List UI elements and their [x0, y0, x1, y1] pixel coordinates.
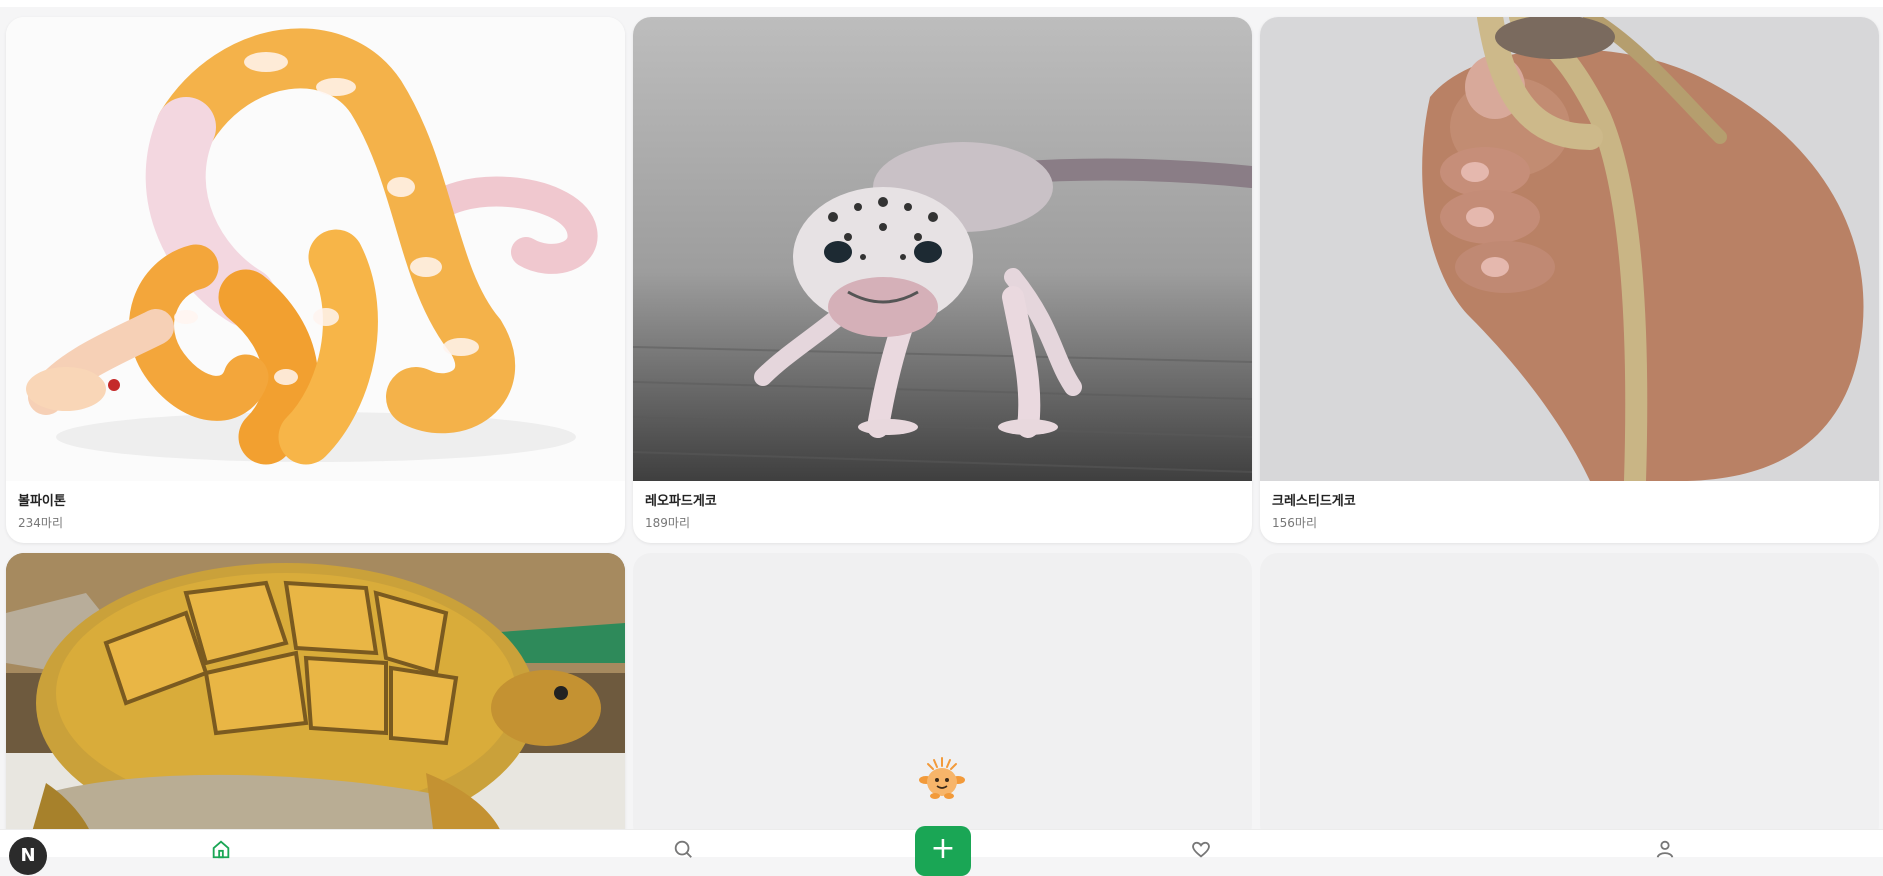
add-post-button[interactable]: + [915, 826, 971, 876]
home-icon[interactable] [208, 838, 234, 859]
top-strip [0, 0, 1883, 7]
species-name: 레오파드게코 [645, 494, 717, 509]
ball-python-photo [6, 17, 625, 481]
heart-icon[interactable] [1188, 838, 1214, 858]
species-count: 156마리 [1272, 516, 1317, 530]
avatar[interactable]: N [9, 837, 47, 875]
card-info: 볼파이톤 234마리 [6, 481, 625, 532]
species-card-crested-gecko[interactable]: 크레스티드게코 156마리 [1260, 17, 1879, 543]
species-card-ball-python[interactable]: 볼파이톤 234마리 [6, 17, 625, 543]
search-icon[interactable] [670, 838, 696, 858]
species-card-leopard-gecko[interactable]: 레오파드게코 189마리 [633, 17, 1252, 543]
card-info: 레오파드게코 189마리 [633, 481, 1252, 532]
tortoise-photo [6, 553, 625, 853]
mascot-loading-icon [917, 756, 967, 802]
crested-gecko-photo [1260, 17, 1879, 481]
leopard-gecko-photo [633, 17, 1252, 481]
species-count: 189마리 [645, 516, 690, 530]
placeholder-card [1260, 553, 1879, 843]
species-name: 크레스티드게코 [1272, 494, 1356, 509]
card-info: 크레스티드게코 156마리 [1260, 481, 1879, 532]
species-card-tortoise[interactable] [6, 553, 625, 853]
profile-icon[interactable] [1652, 838, 1678, 858]
species-count: 234마리 [18, 516, 63, 530]
species-name: 볼파이톤 [18, 494, 66, 509]
